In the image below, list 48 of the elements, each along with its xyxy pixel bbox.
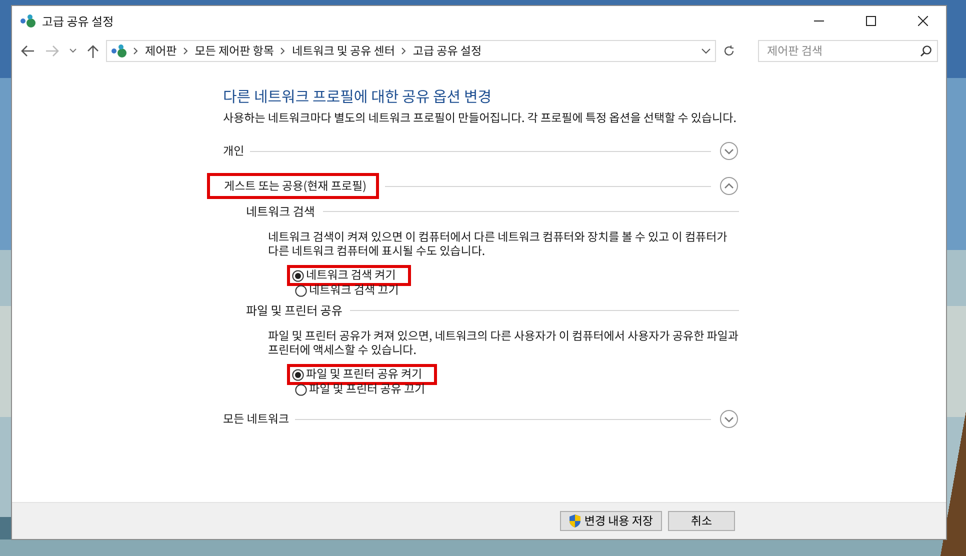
breadcrumb[interactable]: 네트워크 및 공유 센터 — [292, 43, 395, 59]
chevron-up-icon — [719, 176, 739, 196]
page-heading: 다른 네트워크 프로필에 대한 공유 옵션 변경 — [223, 86, 493, 107]
radio-button[interactable] — [295, 384, 307, 396]
shield-icon — [569, 514, 582, 528]
chevron-down-icon — [719, 141, 739, 161]
network-icon — [20, 14, 36, 28]
maximize-icon — [866, 16, 876, 26]
profile-name[interactable]: 개인 — [223, 143, 244, 159]
chevron-icon — [133, 47, 139, 55]
section-title: 네트워크 검색 — [246, 203, 315, 220]
network-icon — [111, 44, 127, 58]
chevron-icon — [400, 47, 407, 55]
search-icon — [920, 45, 932, 57]
section-title: 파일 및 프린터 공유 — [246, 302, 342, 319]
collapse-button[interactable] — [719, 176, 739, 196]
breadcrumb[interactable]: 고급 공유 설정 — [412, 43, 482, 59]
section-description: 네트워크 검색이 켜져 있으면 이 컴퓨터에서 다른 네트워크 컴퓨터와 장치를 볼 수 있고 이 컴퓨터가 다른 네트워크 컴퓨터에 표시될 수도 있습니다. — [267, 230, 728, 258]
window-title: 고급 공유 설정 — [42, 12, 115, 30]
page-description: 사용하는 네트워크마다 별도의 네트워크 프로필이 만들어집니다. 각 프로필에 특정 옵션을 선택할 수 있습니다. — [223, 111, 738, 125]
refresh-icon — [723, 45, 735, 57]
back-arrow-icon — [21, 45, 35, 57]
radio-button[interactable] — [292, 368, 304, 380]
radio-button[interactable] — [292, 270, 304, 282]
chevron-icon — [182, 47, 189, 55]
save-button[interactable]: 변경 내용 저장 — [560, 511, 662, 531]
forward-arrow-icon — [45, 45, 59, 57]
radio-option[interactable]: 네트워크 검색 켜기 — [287, 265, 411, 286]
close-icon — [918, 16, 928, 26]
expand-button[interactable] — [719, 409, 739, 429]
radio-button[interactable] — [295, 284, 307, 296]
radio-option[interactable]: 파일 및 프린터 공유 켜기 — [287, 364, 438, 385]
breadcrumb[interactable]: 제어판 — [145, 43, 177, 59]
expand-button[interactable] — [719, 141, 739, 161]
cancel-button[interactable]: 취소 — [668, 511, 735, 531]
radio-option[interactable]: 파일 및 프린터 공유 끄기 — [290, 382, 426, 397]
chevron-icon — [280, 47, 286, 55]
profile-name[interactable]: 게스트 또는 공용(현재 프로필) — [207, 173, 380, 199]
section-description: 파일 및 프린터 공유가 켜져 있으면, 네트워크의 다른 사용자가 이 컴퓨터에서 사용자가 공유한 파일과 프린터에 액세스할 수 있습니다. — [267, 329, 739, 357]
address-bar[interactable]: 제어판 모든 제어판 항목 네트워크 및 공유 센터 고급 공유 설정 — [106, 40, 716, 62]
profile-name[interactable]: 모든 네트워크 — [223, 411, 290, 427]
search-field[interactable]: 제어판 검색 — [758, 40, 938, 62]
dropdown-icon[interactable] — [701, 48, 711, 54]
up-arrow-icon — [87, 44, 99, 58]
breadcrumb[interactable]: 모든 제어판 항목 — [194, 43, 274, 59]
chevron-down-icon — [719, 409, 739, 429]
caret-icon — [69, 48, 77, 54]
radio-option[interactable]: 네트워크 검색 끄기 — [290, 283, 399, 298]
